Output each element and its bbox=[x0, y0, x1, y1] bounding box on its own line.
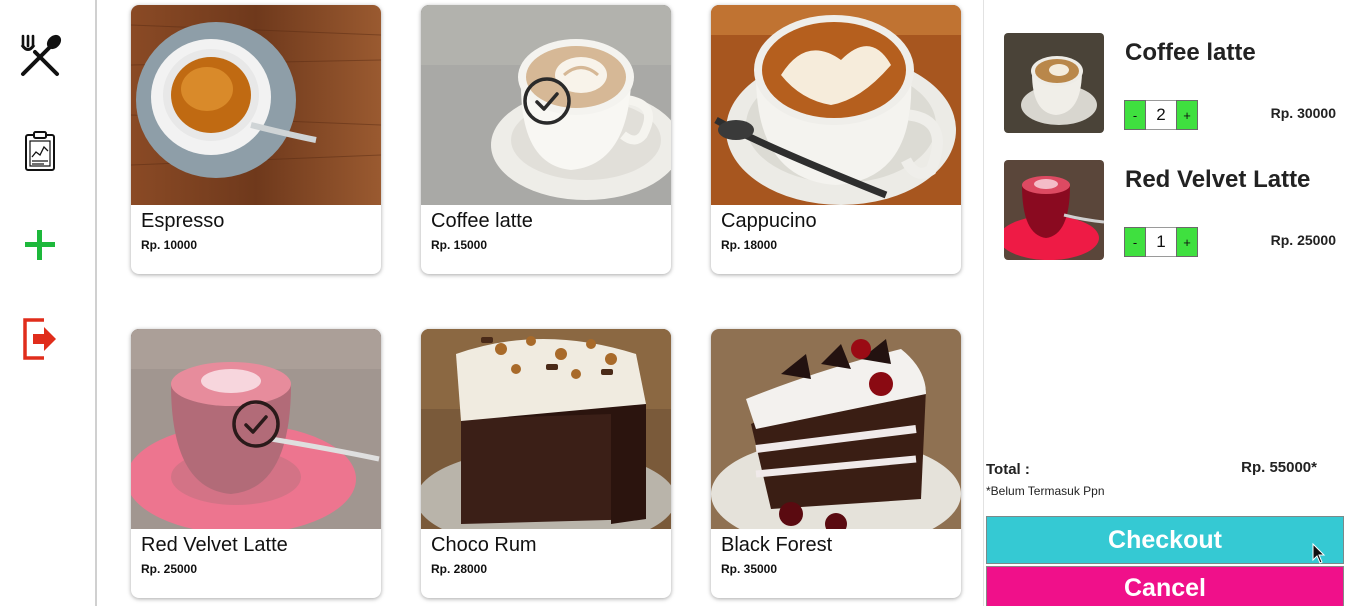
quantity-value: 2 bbox=[1146, 100, 1176, 130]
choco-rum-photo bbox=[421, 329, 671, 529]
menu-item-name: Black Forest bbox=[721, 534, 833, 556]
menu-item-name: Choco Rum bbox=[431, 534, 537, 556]
sidebar bbox=[0, 0, 97, 606]
total-label: Total : bbox=[986, 461, 1030, 478]
menu-item-price: Rp. 18000 bbox=[721, 238, 778, 252]
decrease-qty-button[interactable]: - bbox=[1124, 100, 1146, 130]
logout-icon bbox=[23, 318, 56, 360]
menu-item-price: Rp. 35000 bbox=[721, 562, 778, 576]
menu-item-price: Rp. 10000 bbox=[141, 238, 198, 252]
sidebar-item-logout[interactable] bbox=[16, 315, 64, 363]
menu-item-price: Rp. 25000 bbox=[141, 562, 198, 576]
menu-item-name: Cappucino bbox=[721, 210, 817, 232]
menu-item-black-forest[interactable]: Black Forest Rp. 35000 bbox=[711, 329, 961, 598]
sidebar-item-menu[interactable] bbox=[16, 31, 64, 79]
cart-item-price: Rp. 30000 bbox=[1270, 105, 1336, 121]
menu-grid: Espresso Rp. 10000 Coffee latte Rp. 1500… bbox=[97, 0, 983, 606]
cancel-button[interactable]: Cancel bbox=[986, 566, 1344, 606]
decrease-qty-button[interactable]: - bbox=[1124, 227, 1146, 257]
menu-item-price: Rp. 28000 bbox=[431, 562, 488, 576]
menu-item-name: Coffee latte bbox=[431, 210, 533, 232]
cappucino-photo bbox=[711, 5, 961, 205]
cart-item-name: Red Velvet Latte bbox=[1125, 166, 1311, 193]
checkout-button[interactable]: Checkout bbox=[986, 516, 1344, 564]
cart-item-coffee-latte: Coffee latte - 2 + Rp. 30000 bbox=[1004, 33, 1336, 133]
tax-note: *Belum Termasuk Ppn bbox=[986, 484, 1105, 498]
menu-item-red-velvet-latte[interactable]: Red Velvet Latte Rp. 25000 bbox=[131, 329, 381, 598]
mouse-cursor-icon bbox=[1312, 543, 1326, 564]
espresso-photo bbox=[131, 5, 381, 205]
menu-item-name: Red Velvet Latte bbox=[141, 534, 288, 556]
menu-item-cappucino[interactable]: Cappucino Rp. 18000 bbox=[711, 5, 961, 274]
quantity-stepper: - 1 + bbox=[1124, 227, 1198, 257]
cart-item-thumbnail bbox=[1004, 160, 1104, 260]
menu-item-price: Rp. 15000 bbox=[431, 238, 488, 252]
total-value: Rp. 55000* bbox=[1241, 459, 1317, 476]
menu-item-coffee-latte[interactable]: Coffee latte Rp. 15000 bbox=[421, 5, 671, 274]
menu-item-choco-rum[interactable]: Choco Rum Rp. 28000 bbox=[421, 329, 671, 598]
quantity-stepper: - 2 + bbox=[1124, 100, 1198, 130]
check-circle-icon bbox=[523, 77, 571, 125]
plus-icon bbox=[25, 230, 55, 260]
pos-app: Espresso Rp. 10000 Coffee latte Rp. 1500… bbox=[0, 0, 1349, 606]
menu-item-name: Espresso bbox=[141, 210, 225, 232]
cart-item-thumbnail bbox=[1004, 33, 1104, 133]
check-circle-icon bbox=[232, 400, 280, 448]
order-panel: Coffee latte - 2 + Rp. 30000 Red Velvet … bbox=[983, 0, 1349, 606]
increase-qty-button[interactable]: + bbox=[1176, 227, 1198, 257]
increase-qty-button[interactable]: + bbox=[1176, 100, 1198, 130]
fork-spoon-icon bbox=[20, 34, 62, 76]
quantity-value: 1 bbox=[1146, 227, 1176, 257]
sidebar-item-add[interactable] bbox=[16, 221, 64, 269]
cart-item-price: Rp. 25000 bbox=[1270, 232, 1336, 248]
menu-item-espresso[interactable]: Espresso Rp. 10000 bbox=[131, 5, 381, 274]
cart-item-red-velvet-latte: Red Velvet Latte - 1 + Rp. 25000 bbox=[1004, 160, 1336, 260]
cart-item-name: Coffee latte bbox=[1125, 39, 1256, 66]
clipboard-report-icon bbox=[25, 131, 55, 171]
black-forest-photo bbox=[711, 329, 961, 529]
sidebar-item-reports[interactable] bbox=[16, 127, 64, 175]
